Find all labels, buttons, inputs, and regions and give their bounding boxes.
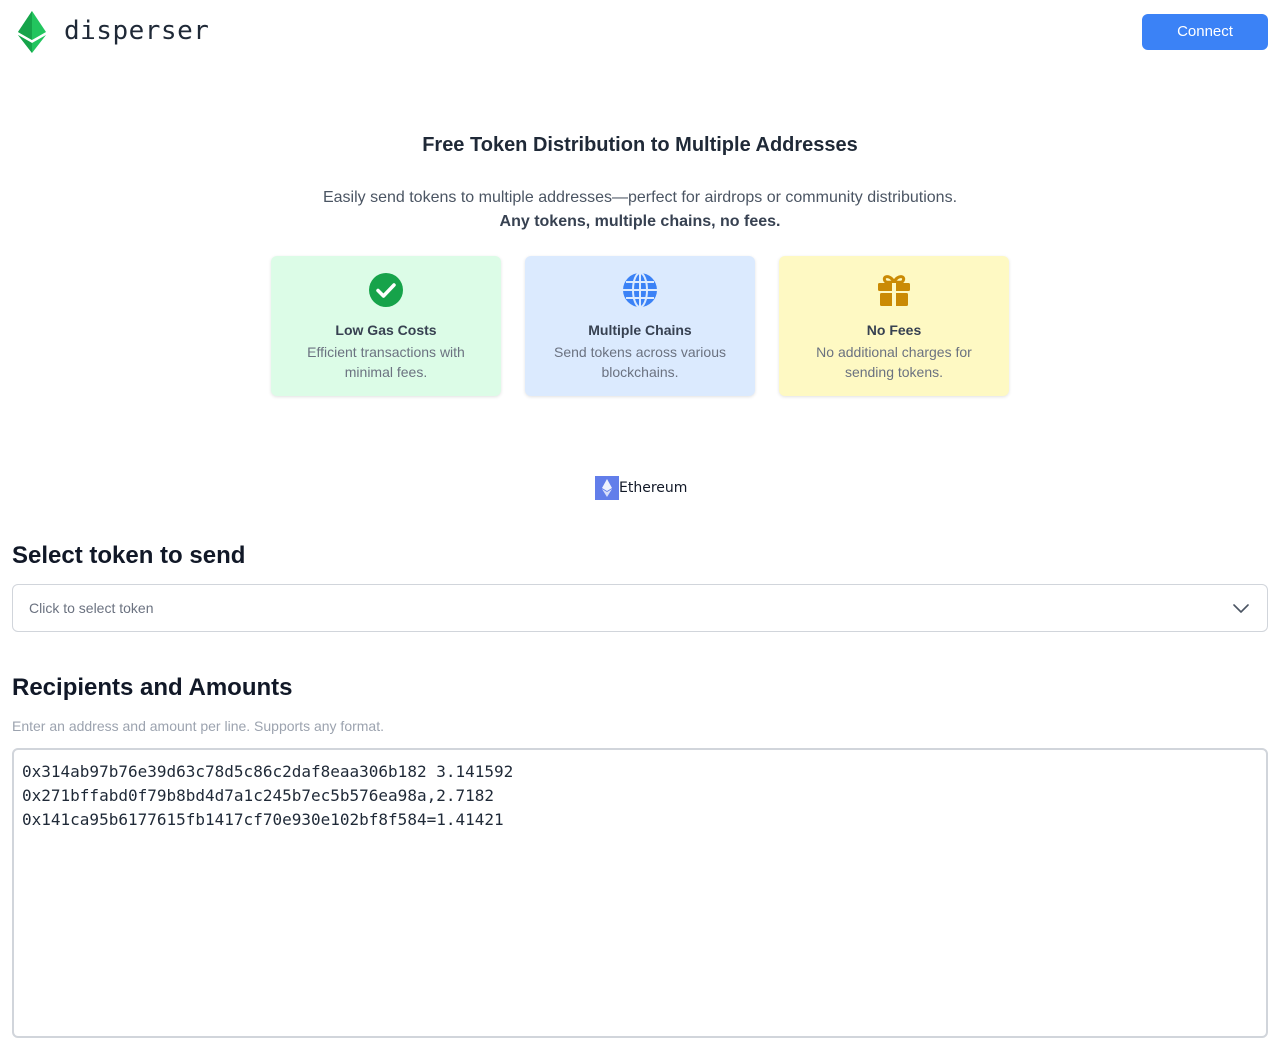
feature-card-no-fees: No Fees No additional charges for sendin… — [779, 256, 1009, 396]
gift-icon — [878, 275, 910, 306]
feature-description: No additional charges for sending tokens… — [816, 344, 972, 380]
chevron-down-icon — [1233, 604, 1249, 613]
token-select[interactable]: Click to select token — [12, 584, 1268, 632]
hero-subtitle: Easily send tokens to multiple addresses… — [322, 189, 958, 206]
ethereum-icon — [595, 476, 619, 500]
feature-description: Send tokens across various blockchains. — [554, 344, 726, 380]
chain-selector[interactable]: Ethereum — [595, 476, 687, 500]
feature-title: No Fees — [866, 322, 922, 338]
recipients-hint: Enter an address and amount per line. Su… — [12, 718, 384, 734]
ethereum-diamond-icon[interactable] — [18, 11, 46, 53]
hero-tagline: Any tokens, multiple chains, no fees. — [499, 213, 781, 230]
header: disperser Connect Wallet — [0, 0, 1280, 76]
feature-card-low-gas: Low Gas Costs Efficient transactions wit… — [271, 256, 501, 396]
token-select-placeholder: Click to select token — [29, 600, 154, 616]
hero-title: Free Token Distribution to Multiple Addr… — [422, 134, 858, 156]
feature-title: Multiple Chains — [588, 322, 692, 338]
feature-description: Efficient transactions with minimal fees… — [307, 344, 465, 380]
feature-card-multiple-chains: Multiple Chains Send tokens across vario… — [525, 256, 755, 396]
check-circle-icon — [369, 273, 403, 307]
brand-name[interactable]: disperser — [64, 16, 209, 46]
recipients-title: Recipients and Amounts — [12, 674, 293, 701]
globe-icon — [623, 272, 657, 308]
recipients-textarea[interactable]: 0x314ab97b76e39d63c78d5c86c2daf8eaa306b1… — [12, 748, 1268, 1038]
hero-subtitle-block: Easily send tokens to multiple addresses… — [0, 186, 1280, 234]
select-token-title: Select token to send — [12, 542, 246, 569]
feature-cards: Low Gas Costs Efficient transactions wit… — [271, 256, 1009, 396]
connect-wallet-button[interactable]: Connect Wallet — [1142, 14, 1268, 76]
feature-title: Low Gas Costs — [335, 322, 437, 338]
chain-name[interactable]: Ethereum — [619, 480, 687, 496]
